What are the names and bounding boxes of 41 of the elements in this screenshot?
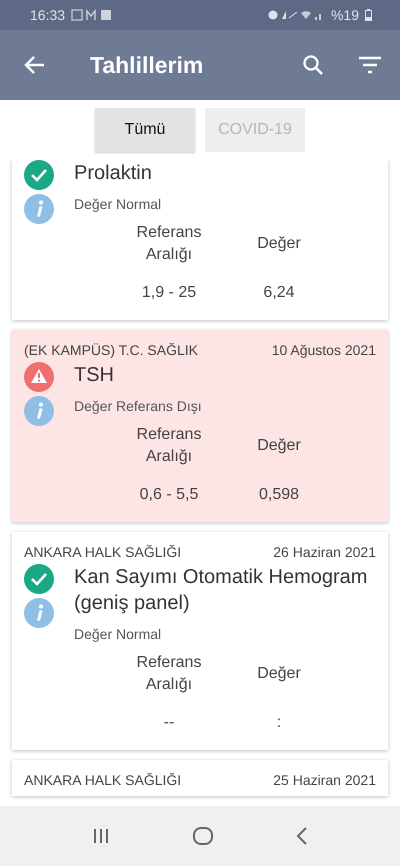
status-time: 16:33 [30, 7, 66, 23]
filter-tab[interactable]: Tümü [95, 108, 195, 152]
check-icon [24, 564, 54, 594]
result-value: : [276, 713, 282, 733]
column-header: Değer [256, 436, 302, 456]
reference-range: 0,6 - 5,5 [138, 485, 200, 505]
result-value: 0,598 [258, 485, 300, 505]
back-arrow-icon[interactable] [24, 54, 46, 76]
result-card[interactable]: (EK KAMPÜS) T.C. SAĞLIK 10 Ağustos 2021 TSH Değer Referans Dışı Referans Aralığı Değer 0,6 - 5,5 0,598 [12, 330, 388, 522]
result-value: 6,24 [262, 283, 296, 303]
filter-icon[interactable] [358, 56, 382, 74]
notification-icons [71, 9, 114, 21]
column-header: Referans Aralığı [136, 425, 202, 467]
column-header: Değer [256, 664, 302, 684]
status-text: Değer Normal [74, 196, 162, 212]
test-name: Kan Sayımı Otomatik Hemogram (geniş panel) [74, 565, 368, 616]
column-header: Referans Aralığı [136, 223, 202, 265]
result-date: 10 Ağustos 2021 [272, 342, 376, 358]
reference-range: -- [162, 713, 176, 733]
institution-name: ANKARA HALK SAĞLIĞI [24, 772, 182, 788]
status-text: Değer Referans Dışı [74, 398, 203, 414]
home-icon[interactable] [192, 826, 214, 846]
search-icon[interactable] [302, 54, 324, 76]
column-header: Değer [256, 234, 302, 254]
warning-icon [24, 362, 54, 392]
result-date: 26 Haziran 2021 [273, 544, 376, 560]
screen-title: Tahlillerim [90, 52, 204, 78]
result-date: 25 Haziran 2021 [273, 772, 376, 788]
institution-name: (EK KAMPÜS) T.C. SAĞLIK [24, 342, 198, 358]
column-header: Referans Aralığı [136, 653, 202, 695]
result-card[interactable]: ANKARA HALK SAĞLIĞI 25 Haziran 2021 [12, 760, 388, 796]
battery-icon [365, 9, 372, 21]
result-card[interactable]: ANKARA HALK SAĞLIĞI 26 Haziran 2021 Kan Sayımı Otomatik Hemogram (geniş panel) Değer Normal Referans Aralığı Değer -- : [12, 532, 388, 750]
test-name: TSH [74, 363, 115, 388]
test-name: Prolaktin [74, 161, 153, 186]
institution-name: ANKARA HALK SAĞLIĞI [24, 544, 182, 560]
result-card[interactable]: Prolaktin Değer Normal Referans Aralığı Değer 1,9 - 25 6,24 [12, 160, 388, 320]
status-text: Değer Normal [74, 626, 162, 642]
reference-range: 1,9 - 25 [140, 283, 198, 303]
battery-level: %19 [330, 7, 359, 23]
back-icon[interactable] [295, 826, 310, 846]
